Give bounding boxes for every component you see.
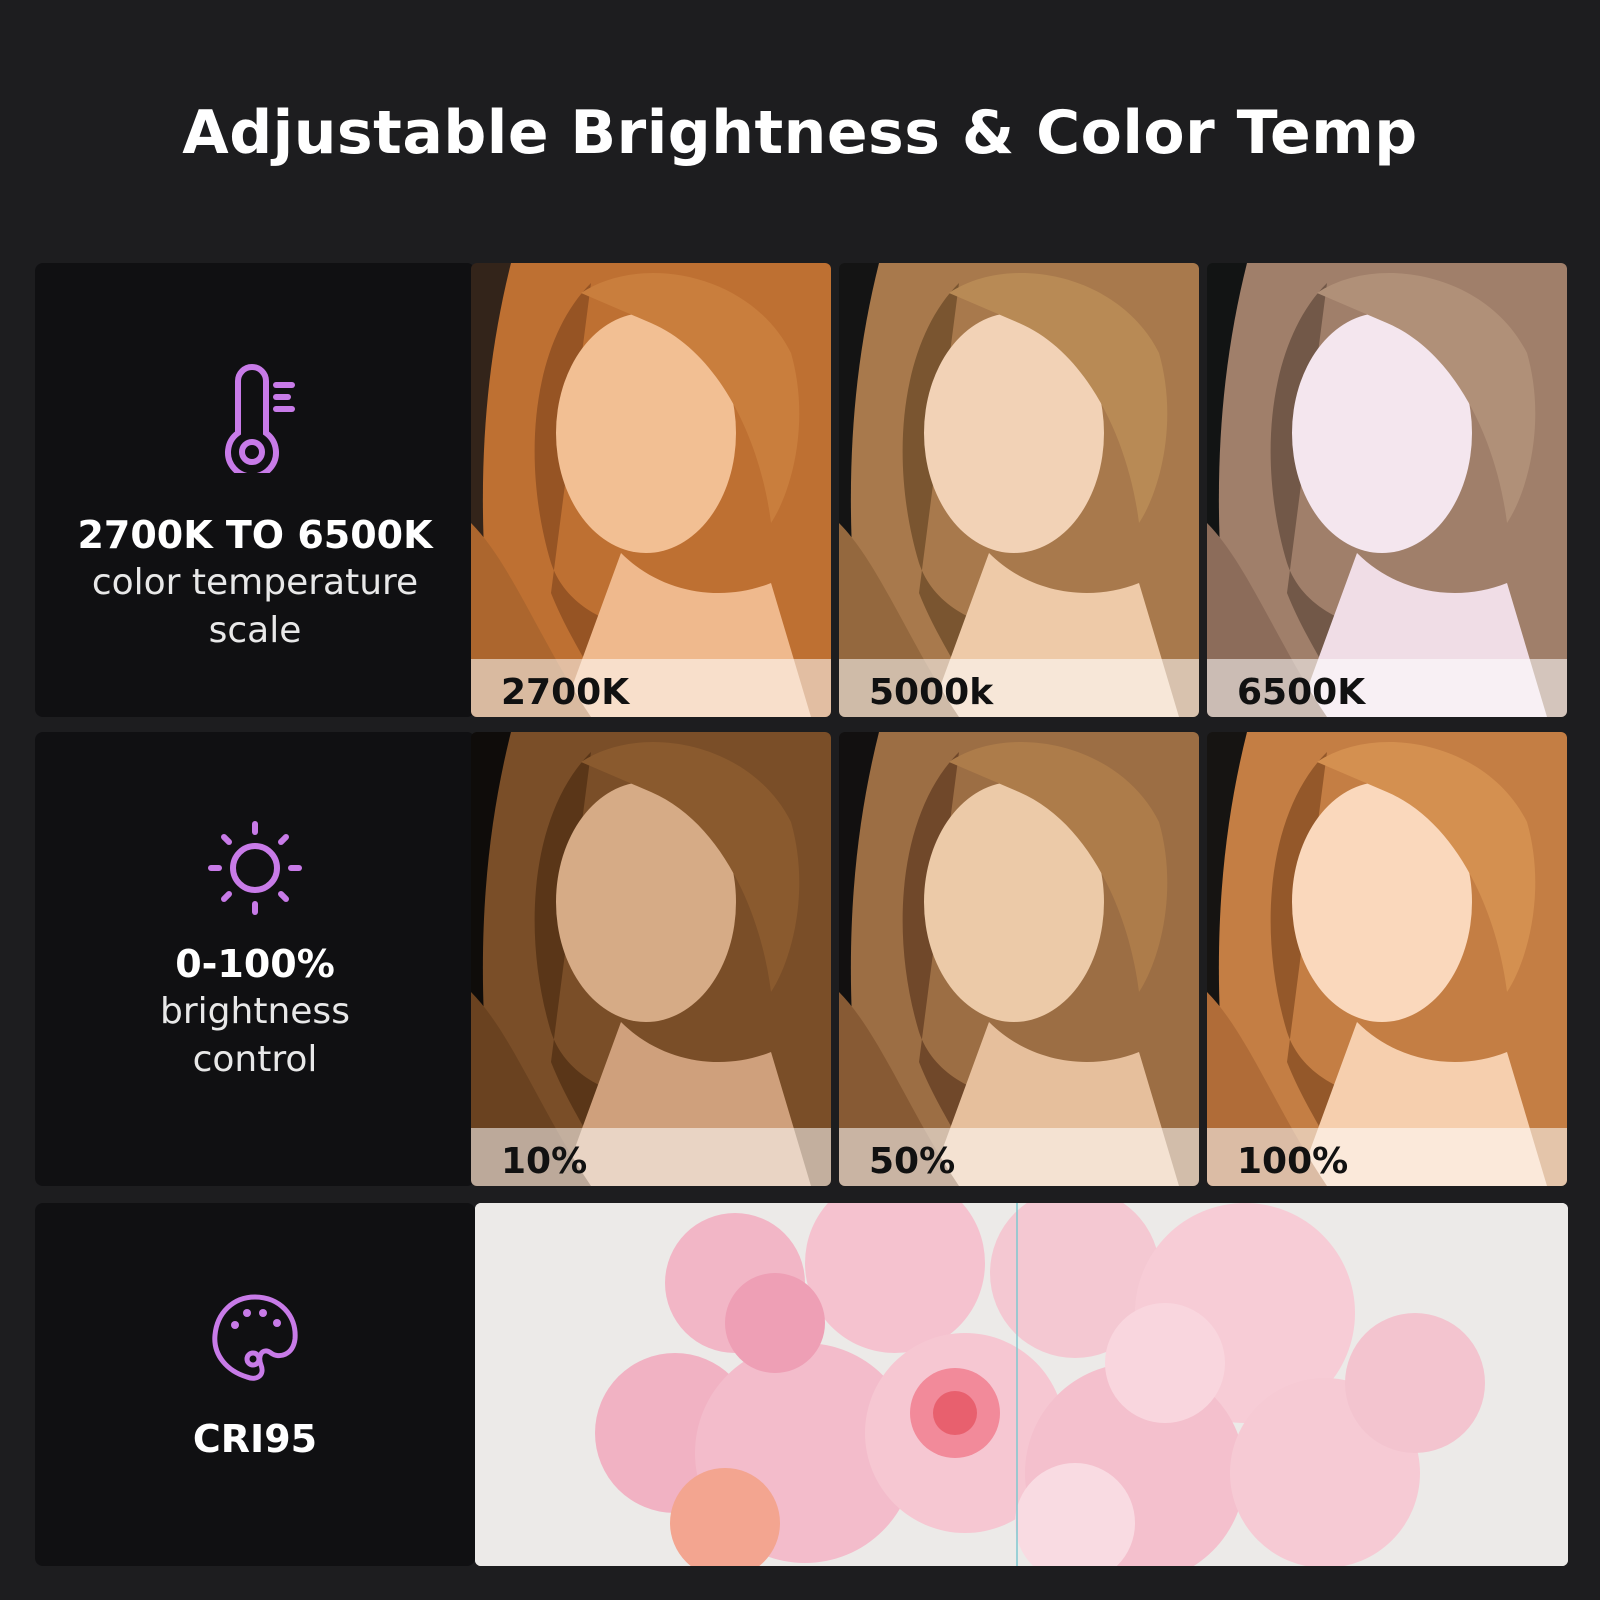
brightness-info: 0-100% brightness control [35, 732, 475, 1186]
caption-bar: 2700K [471, 659, 831, 717]
caption-bar: 100% [1207, 1128, 1567, 1186]
caption-bar: 50% [839, 1128, 1199, 1186]
sample-label: 10% [501, 1141, 588, 1182]
cri-row: CRI95 [35, 1203, 1568, 1566]
sun-icon [205, 818, 305, 922]
caption-bar: 5000k [839, 659, 1199, 717]
brightness-description: brightness control [160, 991, 350, 1080]
thermometer-icon [210, 363, 300, 480]
cri-info: CRI95 [35, 1203, 475, 1566]
palette-icon [207, 1289, 303, 1389]
sample-label: 2700K [501, 672, 630, 713]
sample-label: 50% [869, 1141, 956, 1182]
caption-bar: 10% [471, 1128, 831, 1186]
portrait-photo-50: 50% [839, 732, 1199, 1186]
sample-label: 100% [1237, 1141, 1349, 1182]
portrait-photo-5000k: 5000k [839, 263, 1199, 717]
portrait-photo-6500k: 6500K [1207, 263, 1567, 717]
color-temperature-description: color temperature scale [91, 562, 419, 651]
color-temperature-info: 2700K TO 6500K color temperature scale [35, 263, 475, 717]
sample-label: 5000k [869, 672, 994, 713]
color-temperature-row: 2700K TO 6500K color temperature scale 2… [35, 263, 1568, 717]
portrait-photo-10: 10% [471, 732, 831, 1186]
portrait-photo-100: 100% [1207, 732, 1567, 1186]
page-title: Adjustable Brightness & Color Temp [182, 98, 1418, 168]
caption-bar: 6500K [1207, 659, 1567, 717]
sample-label: 6500K [1237, 672, 1366, 713]
brightness-row: 0-100% brightness control 10% 50% 100% [35, 732, 1568, 1186]
color-temperature-range: 2700K TO 6500K [77, 513, 433, 557]
brightness-range: 0-100% [175, 942, 335, 986]
roses-photo [475, 1203, 1568, 1566]
portrait-photo-2700k: 2700K [471, 263, 831, 717]
cri-label: CRI95 [192, 1417, 318, 1461]
